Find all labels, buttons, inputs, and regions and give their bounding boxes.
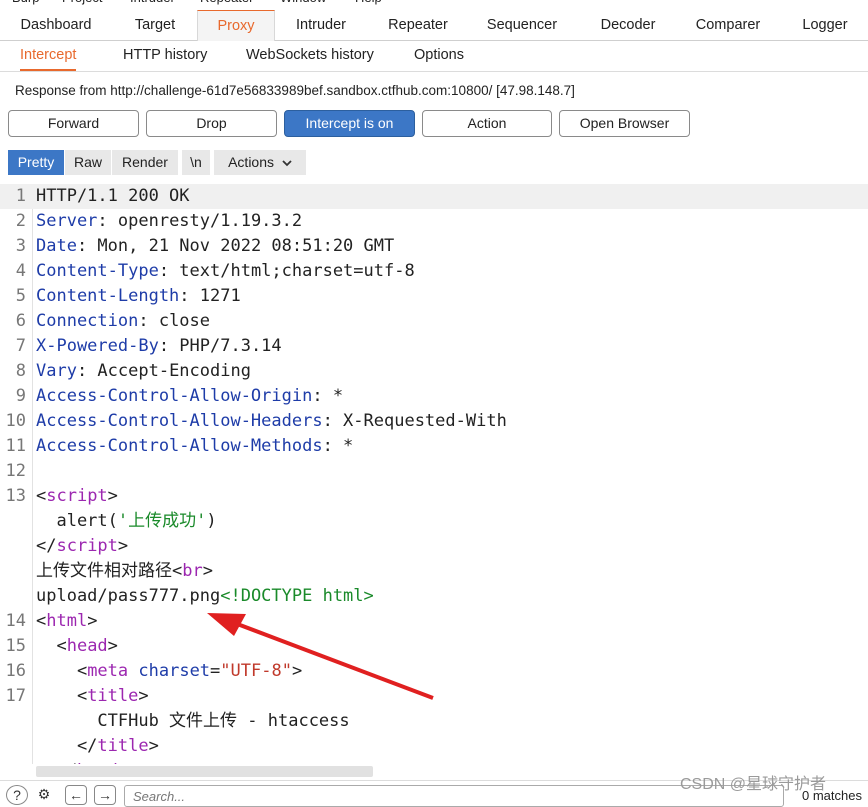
gear-icon[interactable]: ⚙ xyxy=(33,785,55,805)
forward-arrow-icon[interactable]: → xyxy=(94,785,116,805)
help-icon[interactable]: ? xyxy=(6,785,28,805)
back-arrow-icon[interactable]: ← xyxy=(65,785,87,805)
horizontal-scrollbar[interactable] xyxy=(36,766,373,777)
red-arrow-annotation xyxy=(207,613,434,700)
watermark-text: CSDN @星球守护者 xyxy=(680,776,827,793)
